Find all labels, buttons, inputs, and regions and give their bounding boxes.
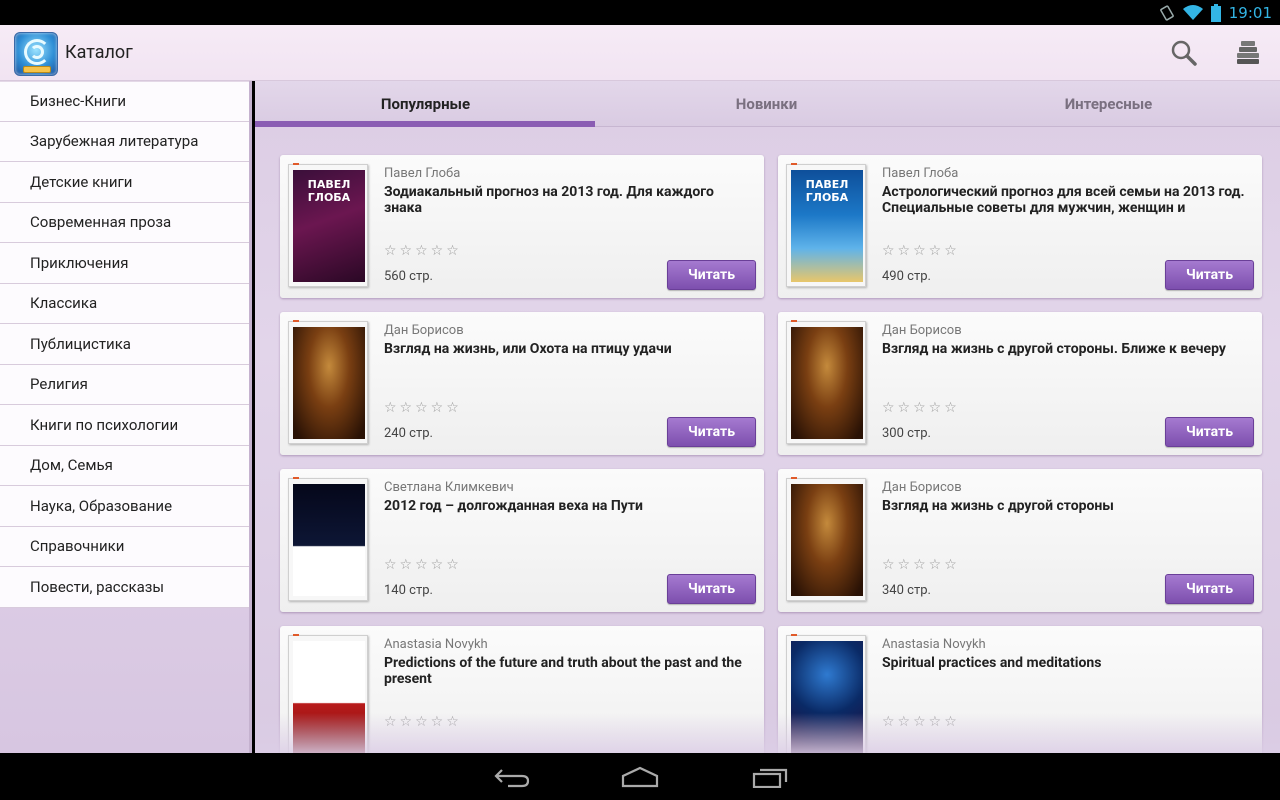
sidebar-item-religion[interactable]: Религия [0, 364, 249, 405]
book-cover[interactable] [786, 320, 866, 444]
book-card[interactable]: ПАВЕЛ ГЛОБА Павел Глоба Зодиакальный прогн… [280, 155, 764, 298]
rating-stars[interactable]: ☆☆☆☆☆ [384, 243, 462, 259]
cover-title: PREDICTIONS [293, 649, 365, 662]
book-author: Дан Борисов [384, 323, 464, 338]
tab-new[interactable]: Новинки [596, 81, 937, 127]
book-card[interactable]: Дан Борисов Взгляд на жизнь с другой стор… [778, 312, 1262, 455]
rating-stars[interactable]: ☆☆☆☆☆ [384, 400, 462, 416]
wifi-icon [1182, 4, 1203, 21]
read-button[interactable]: Читать [1165, 260, 1254, 290]
page-count: 140 стр. [384, 583, 433, 598]
book-title[interactable]: Взгляд на жизнь с другой стороны. Ближе … [882, 341, 1252, 357]
tab-interesting[interactable]: Интересные [938, 81, 1279, 127]
page-count: 300 стр. [882, 426, 931, 441]
library-icon[interactable] [1232, 37, 1264, 69]
category-sidebar: Бизнес-Книги Зарубежная литература Детск… [0, 81, 252, 753]
book-title[interactable]: 2012 год – долгожданная веха на Пути [384, 498, 754, 514]
back-icon[interactable] [492, 763, 532, 791]
book-cover[interactable]: ПАВЕЛ ГЛОБА [288, 163, 368, 287]
book-author: Светлана Климкевич [384, 480, 514, 495]
status-bar: 19:01 [0, 0, 1280, 25]
book-card[interactable]: Дан Борисов Взгляд на жизнь с другой стор… [778, 469, 1262, 612]
read-button[interactable]: Читать [667, 574, 756, 604]
book-title[interactable]: Зодиакальный прогноз на 2013 год. Для ка… [384, 184, 754, 216]
book-author: Anastasia Novykh [384, 637, 488, 652]
page-title: Каталог [65, 42, 133, 63]
page-count: 490 стр. [882, 269, 931, 284]
book-card[interactable]: ПАВЕЛ ГЛОБА Павел Глоба Астрологический пр… [778, 155, 1262, 298]
action-bar: Каталог [0, 25, 1280, 81]
sidebar-item-science[interactable]: Наука, Образование [0, 486, 249, 527]
status-right: 19:01 [1159, 0, 1272, 25]
book-title[interactable]: Взгляд на жизнь, или Охота на птицу удач… [384, 341, 754, 357]
book-title[interactable]: Астрологический прогноз для всей семьи н… [882, 184, 1252, 216]
search-icon[interactable] [1168, 37, 1200, 69]
tab-indicator [255, 121, 595, 127]
home-icon[interactable] [620, 763, 660, 791]
book-author: Anastasia Novykh [882, 637, 986, 652]
sidebar-item-adventures[interactable]: Приключения [0, 243, 249, 284]
book-card[interactable]: Светлана Климкевич 2012 год – долгожданна… [280, 469, 764, 612]
sidebar-item-classics[interactable]: Классика [0, 283, 249, 324]
book-cover[interactable] [288, 320, 368, 444]
sidebar-item-business[interactable]: Бизнес-Книги [0, 81, 249, 122]
page-count: 340 стр. [882, 583, 931, 598]
sidebar-item-stories[interactable]: Повести, рассказы [0, 567, 249, 608]
book-author: Павел Глоба [384, 166, 461, 181]
book-card[interactable]: Дан Борисов Взгляд на жизнь, или Охота на… [280, 312, 764, 455]
sidebar-item-publicism[interactable]: Публицистика [0, 324, 249, 365]
book-author: Дан Борисов [882, 323, 962, 338]
rotation-icon [1159, 4, 1175, 21]
sidebar-item-modern-prose[interactable]: Современная проза [0, 202, 249, 243]
recent-apps-icon[interactable] [750, 763, 790, 791]
read-button[interactable]: Читать [1165, 574, 1254, 604]
rating-stars[interactable]: ☆☆☆☆☆ [384, 557, 462, 573]
book-author: Дан Борисов [882, 480, 962, 495]
sidebar-item-foreign-literature[interactable]: Зарубежная литература [0, 121, 249, 162]
battery-icon [1210, 3, 1221, 22]
book-cover[interactable] [288, 477, 368, 601]
book-title[interactable]: Взгляд на жизнь с другой стороны [882, 498, 1252, 514]
read-button[interactable]: Читать [667, 260, 756, 290]
book-author: Павел Глоба [882, 166, 959, 181]
read-button[interactable]: Читать [667, 417, 756, 447]
sidebar-item-children[interactable]: Детские книги [0, 162, 249, 203]
rating-stars[interactable]: ☆☆☆☆☆ [882, 243, 960, 259]
sidebar-item-psychology[interactable]: Книги по психологии [0, 405, 249, 446]
rating-stars[interactable]: ☆☆☆☆☆ [882, 400, 960, 416]
page-count: 240 стр. [384, 426, 433, 441]
app-logo-icon[interactable] [14, 32, 58, 76]
book-cover[interactable] [786, 477, 866, 601]
status-time: 19:01 [1228, 3, 1272, 22]
book-title[interactable]: Spiritual practices and meditations [882, 655, 1252, 671]
tab-bar: Популярные Новинки Интересные [255, 81, 1280, 127]
rating-stars[interactable]: ☆☆☆☆☆ [882, 557, 960, 573]
page-count: 560 стр. [384, 269, 433, 284]
read-button[interactable]: Читать [1165, 417, 1254, 447]
navigation-bar [0, 753, 1280, 800]
cover-title: ПАВЕЛ ГЛОБА [307, 178, 351, 204]
cover-title: ПАВЕЛ ГЛОБА [805, 178, 849, 204]
sidebar-item-home-family[interactable]: Дом, Семья [0, 445, 249, 486]
list-fade [255, 713, 1280, 753]
book-title[interactable]: Predictions of the future and truth abou… [384, 655, 754, 687]
sidebar-item-reference[interactable]: Справочники [0, 526, 249, 567]
book-cover[interactable]: ПАВЕЛ ГЛОБА [786, 163, 866, 287]
book-list-panel: Популярные Новинки Интересные ПАВЕЛ ГЛОБ… [255, 81, 1280, 753]
